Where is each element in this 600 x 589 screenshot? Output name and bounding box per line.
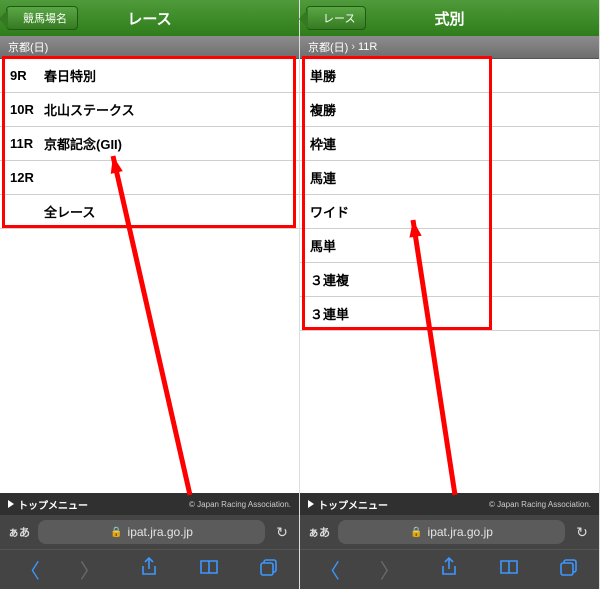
race-number: 10R bbox=[10, 102, 44, 117]
screen-bet-type: レース 式別 京都(日) › 11R 単勝複勝枠連馬連ワイド馬単 ３連複 ３連単 ト… bbox=[300, 0, 600, 589]
race-number: 11R bbox=[10, 136, 44, 151]
url-field[interactable]: 🔒 ipat.jra.go.jp bbox=[338, 520, 565, 544]
race-list: 9R春日特別10R北山ステークス11R京都記念(GII)12R全レース bbox=[0, 59, 299, 493]
bet-type-name: ３連単 bbox=[310, 304, 589, 323]
reload-icon[interactable]: ↻ bbox=[271, 524, 293, 541]
screen-race-list: 競馬場名 レース 京都(日) 9R春日特別10R北山ステークス11R京都記念(G… bbox=[0, 0, 300, 589]
race-number: 9R bbox=[10, 68, 44, 83]
bet-type-name: 馬単 bbox=[310, 236, 589, 255]
nav-forward-button[interactable]: 〉 bbox=[75, 555, 105, 584]
copyright: © Japan Racing Association. bbox=[489, 500, 591, 509]
url-field[interactable]: 🔒 ipat.jra.go.jp bbox=[38, 520, 265, 544]
list-item[interactable]: 枠連 bbox=[300, 127, 599, 161]
breadcrumb: 京都(日) bbox=[0, 36, 299, 59]
topbar: 競馬場名 レース bbox=[0, 0, 299, 36]
bookmarks-button[interactable] bbox=[494, 558, 524, 581]
race-number: 12R bbox=[10, 170, 44, 185]
text-size-button[interactable]: ぁあ bbox=[6, 524, 32, 540]
breadcrumb-sep: › bbox=[351, 41, 355, 53]
lock-icon: 🔒 bbox=[110, 527, 122, 538]
list-item[interactable]: 9R春日特別 bbox=[0, 59, 299, 93]
copyright: © Japan Racing Association. bbox=[189, 500, 291, 509]
bet-type-name: ワイド bbox=[310, 202, 589, 221]
race-name: 全レース bbox=[44, 202, 289, 221]
list-item[interactable]: ワイド bbox=[300, 195, 599, 229]
breadcrumb-item: 京都(日) bbox=[308, 39, 348, 55]
nav-forward-button[interactable]: 〉 bbox=[375, 555, 405, 584]
bottom-bar: トップメニュー © Japan Racing Association. bbox=[300, 493, 599, 515]
triangle-icon bbox=[8, 500, 14, 508]
race-name: 北山ステークス bbox=[44, 100, 289, 119]
breadcrumb: 京都(日) › 11R bbox=[300, 36, 599, 59]
list-item[interactable]: 12R bbox=[0, 161, 299, 195]
nav-back-button[interactable]: 〈 bbox=[15, 555, 45, 584]
top-menu-label: トップメニュー bbox=[18, 497, 88, 512]
bet-type-name: 馬連 bbox=[310, 168, 589, 187]
share-button[interactable] bbox=[434, 557, 464, 583]
bottom-bar: トップメニュー © Japan Racing Association. bbox=[0, 493, 299, 515]
list-item[interactable]: 馬単 bbox=[300, 229, 599, 263]
url-text: ipat.jra.go.jp bbox=[428, 525, 493, 539]
tabs-button[interactable] bbox=[254, 558, 284, 582]
safari-toolbar: 〈 〉 bbox=[0, 549, 299, 589]
breadcrumb-item: 京都(日) bbox=[8, 39, 48, 55]
list-item[interactable]: 単勝 bbox=[300, 59, 599, 93]
list-item[interactable]: 複勝 bbox=[300, 93, 599, 127]
list-item[interactable]: 11R京都記念(GII) bbox=[0, 127, 299, 161]
list-item[interactable]: 全レース bbox=[0, 195, 299, 229]
top-menu-label: トップメニュー bbox=[318, 497, 388, 512]
list-item[interactable]: 馬連 bbox=[300, 161, 599, 195]
tabs-button[interactable] bbox=[554, 558, 584, 582]
breadcrumb-item: 11R bbox=[358, 41, 377, 53]
bet-type-name: 枠連 bbox=[310, 134, 589, 153]
bet-type-name: 複勝 bbox=[310, 100, 589, 119]
text-size-button[interactable]: ぁあ bbox=[306, 524, 332, 540]
topbar: レース 式別 bbox=[300, 0, 599, 36]
race-name: 春日特別 bbox=[44, 66, 289, 85]
reload-icon[interactable]: ↻ bbox=[571, 524, 593, 541]
top-menu-link[interactable]: トップメニュー bbox=[8, 497, 88, 512]
nav-back-button[interactable]: 〈 bbox=[315, 555, 345, 584]
share-button[interactable] bbox=[134, 557, 164, 583]
top-menu-link[interactable]: トップメニュー bbox=[308, 497, 388, 512]
triangle-icon bbox=[308, 500, 314, 508]
bet-type-name: 単勝 bbox=[310, 66, 589, 85]
bet-type-list: 単勝複勝枠連馬連ワイド馬単 ３連複 ３連単 bbox=[300, 59, 599, 493]
list-item[interactable]: ３連複 bbox=[300, 263, 599, 297]
back-button[interactable]: レース bbox=[306, 6, 366, 30]
bet-type-name: ３連複 bbox=[310, 270, 589, 289]
race-name: 京都記念(GII) bbox=[44, 134, 289, 153]
bookmarks-button[interactable] bbox=[194, 558, 224, 581]
safari-address-bar: ぁあ 🔒 ipat.jra.go.jp ↻ bbox=[300, 515, 599, 549]
list-item[interactable]: ３連単 bbox=[300, 297, 599, 331]
back-button[interactable]: 競馬場名 bbox=[6, 6, 78, 30]
safari-address-bar: ぁあ 🔒 ipat.jra.go.jp ↻ bbox=[0, 515, 299, 549]
list-item[interactable]: 10R北山ステークス bbox=[0, 93, 299, 127]
safari-toolbar: 〈 〉 bbox=[300, 549, 599, 589]
url-text: ipat.jra.go.jp bbox=[128, 525, 193, 539]
lock-icon: 🔒 bbox=[410, 527, 422, 538]
